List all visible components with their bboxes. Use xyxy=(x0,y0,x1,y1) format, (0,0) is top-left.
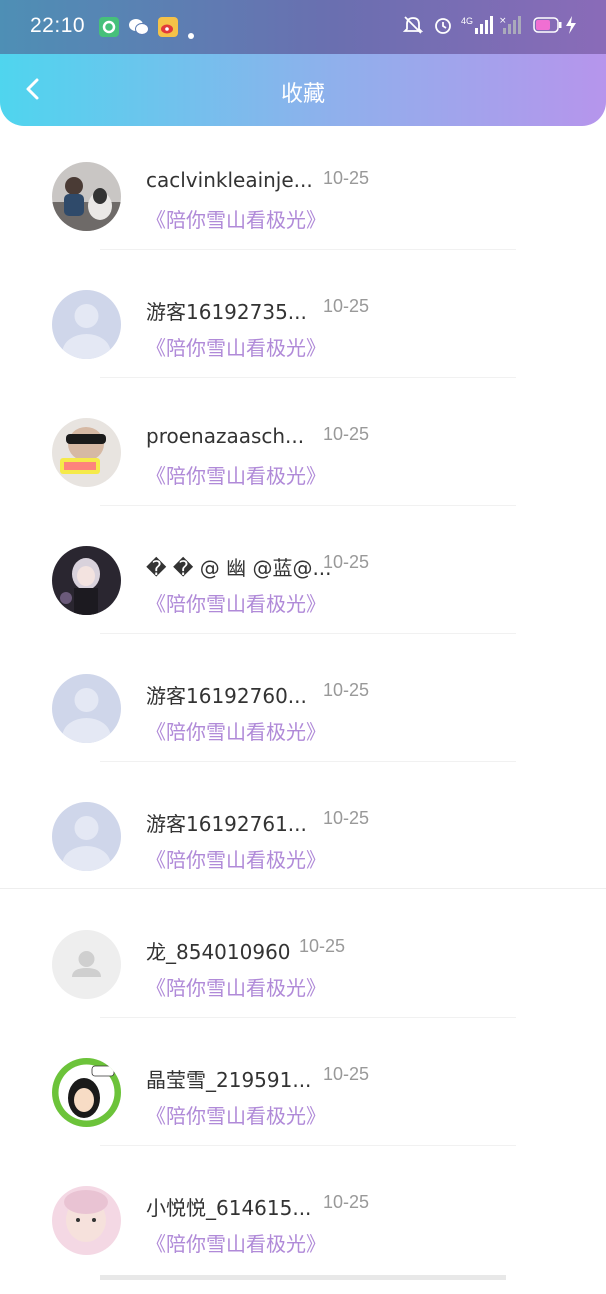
list-item[interactable]: 龙_854010960 10-25 《陪你雪山看极光》 xyxy=(0,910,606,1038)
avatar[interactable] xyxy=(52,546,121,615)
item-date: 10-25 xyxy=(323,552,370,572)
song-title: 《陪你雪山看极光》 xyxy=(146,592,326,616)
user-name: 小悦悦_614615... xyxy=(146,1196,312,1220)
user-name: 晶莹雪_219591... xyxy=(146,1068,312,1092)
page-title: 收藏 xyxy=(280,82,325,107)
song-title: 《陪你雪山看极光》 xyxy=(146,1232,326,1256)
item-date: 10-25 xyxy=(323,680,370,700)
item-date: 10-25 xyxy=(323,424,370,444)
list-item[interactable]: 游客16192761... 10-25 《陪你雪山看极光》 xyxy=(0,782,606,910)
song-title: 《陪你雪山看极光》 xyxy=(146,1104,326,1128)
app-icon-green xyxy=(99,17,119,37)
user-name: 游客16192735... xyxy=(146,300,307,324)
divider xyxy=(100,249,516,250)
status-time: 22:10 xyxy=(30,14,86,37)
signal-icon-2: × xyxy=(499,14,525,40)
list-item[interactable]: � � @ 幽 @蓝@... 10-25 《陪你雪山看极光》 xyxy=(0,526,606,654)
song-title: 《陪你雪山看极光》 xyxy=(146,464,326,488)
list-item[interactable]: 晶莹雪_219591... 10-25 《陪你雪山看极光》 xyxy=(0,1038,606,1166)
list-item[interactable]: proenazaasch... 10-25 《陪你雪山看极光》 xyxy=(0,398,606,526)
avatar[interactable] xyxy=(52,802,121,871)
wechat-icon xyxy=(128,17,149,37)
avatar[interactable] xyxy=(52,1058,121,1127)
signal-icon: 4G xyxy=(461,14,495,40)
user-name: � � @ 幽 @蓝@... xyxy=(146,556,332,580)
divider xyxy=(100,761,516,762)
alarm-icon xyxy=(433,15,453,39)
avatar[interactable] xyxy=(52,1186,121,1255)
item-date: 10-25 xyxy=(323,1064,370,1084)
divider xyxy=(100,633,516,634)
item-date: 10-25 xyxy=(323,1192,370,1212)
avatar[interactable] xyxy=(52,162,121,231)
weibo-icon xyxy=(158,17,178,37)
user-name: 游客16192761... xyxy=(146,812,307,836)
list-item[interactable]: 游客16192760... 10-25 《陪你雪山看极光》 xyxy=(0,654,606,782)
divider xyxy=(100,1017,516,1018)
user-name: 龙_854010960 xyxy=(146,940,291,964)
section-divider xyxy=(0,888,606,889)
battery-icon xyxy=(533,16,563,38)
song-title: 《陪你雪山看极光》 xyxy=(146,336,326,360)
user-name: 游客16192760... xyxy=(146,684,307,708)
avatar[interactable] xyxy=(52,418,121,487)
user-name: proenazaasch... xyxy=(146,424,305,448)
user-name: caclvinkleainje... xyxy=(146,168,313,192)
item-date: 10-25 xyxy=(323,808,370,828)
notification-dot xyxy=(188,33,194,39)
item-date: 10-25 xyxy=(323,296,370,316)
item-date: 10-25 xyxy=(323,168,370,188)
avatar[interactable] xyxy=(52,930,121,999)
favorites-list: caclvinkleainje... 10-25 《陪你雪山看极光》 游客161… xyxy=(0,142,606,1280)
svg-text:4G: 4G xyxy=(461,16,473,26)
app-header: 收藏 xyxy=(0,54,606,126)
avatar[interactable] xyxy=(52,290,121,359)
mute-bell-icon xyxy=(402,15,424,39)
item-date: 10-25 xyxy=(299,936,346,956)
charging-icon xyxy=(565,15,577,39)
list-item[interactable]: caclvinkleainje... 10-25 《陪你雪山看极光》 xyxy=(0,142,606,270)
song-title: 《陪你雪山看极光》 xyxy=(146,848,326,872)
avatar[interactable] xyxy=(52,674,121,743)
list-item[interactable]: 游客16192735... 10-25 《陪你雪山看极光》 xyxy=(0,270,606,398)
song-title: 《陪你雪山看极光》 xyxy=(146,720,326,744)
song-title: 《陪你雪山看极光》 xyxy=(146,976,326,1000)
scroll-bottom-bar xyxy=(100,1275,506,1280)
song-title: 《陪你雪山看极光》 xyxy=(146,208,326,232)
divider xyxy=(100,1145,516,1146)
status-bar: 22:10 4G × xyxy=(0,0,606,54)
divider xyxy=(100,505,516,506)
svg-text:×: × xyxy=(499,16,507,26)
divider xyxy=(100,377,516,378)
